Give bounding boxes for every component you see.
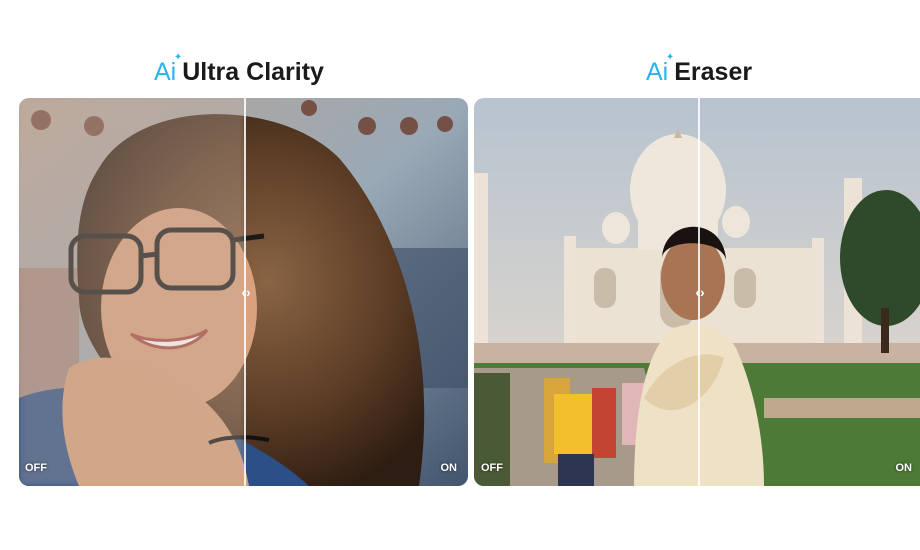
on-label: ON <box>440 462 458 474</box>
ai-badge: Ai ✦ <box>646 52 674 87</box>
sparkle-icon: ✦ <box>173 52 183 63</box>
eraser-comparison[interactable]: ‹› OFF ON <box>474 98 920 486</box>
off-label: OFF <box>25 462 47 474</box>
feature-title: Ultra Clarity <box>182 58 324 86</box>
ai-badge: Ai ✦ <box>154 52 182 87</box>
eraser-title: Ai ✦ Eraser <box>646 52 753 87</box>
ultra-clarity-comparison[interactable]: ‹› OFF ON <box>19 98 468 486</box>
split-handle-icon[interactable]: ‹› <box>235 281 257 303</box>
on-label: ON <box>895 462 913 474</box>
feature-title: Eraser <box>674 58 753 86</box>
sparkle-icon: ✦ <box>665 52 675 63</box>
ultra-clarity-title: Ai ✦ Ultra Clarity <box>154 52 324 87</box>
split-handle-icon[interactable]: ‹› <box>689 281 711 303</box>
off-label: OFF <box>481 462 503 474</box>
